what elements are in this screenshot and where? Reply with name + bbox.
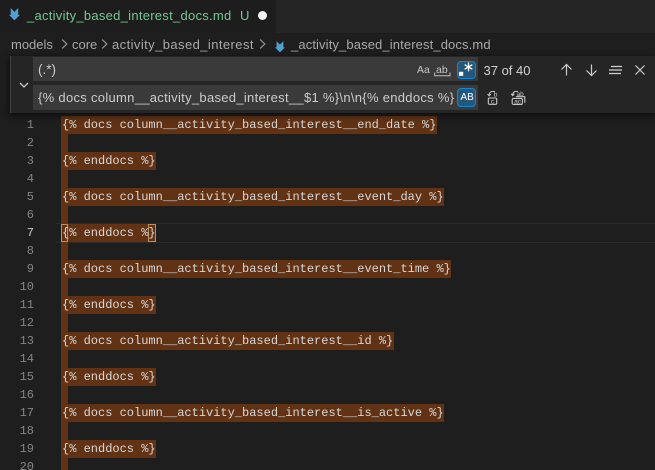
svg-text:b: b [494, 91, 498, 98]
svg-text:c: c [491, 99, 495, 106]
svg-text:ac: ac [514, 99, 522, 106]
